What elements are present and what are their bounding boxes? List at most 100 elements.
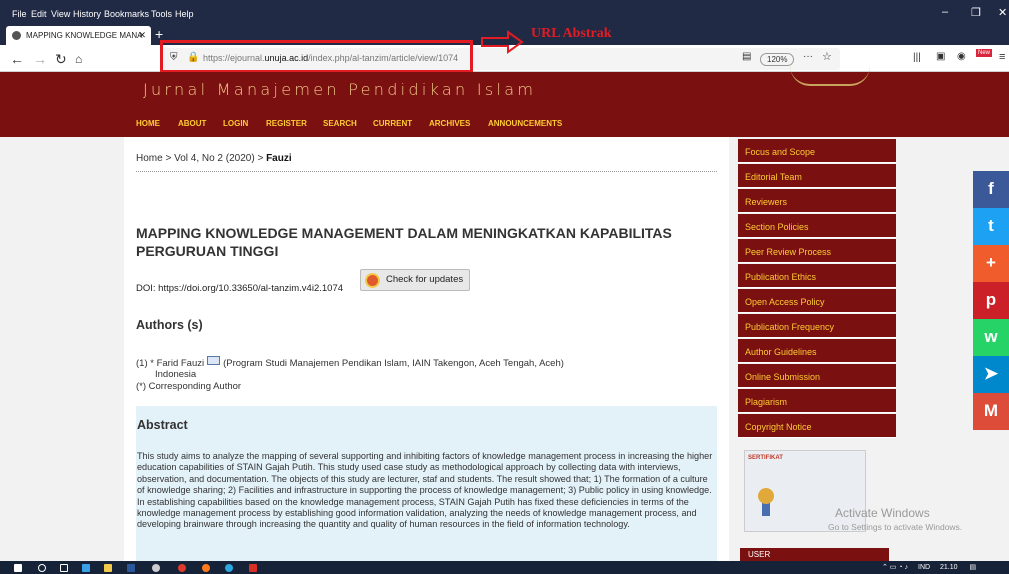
telegram-app-icon[interactable] (225, 564, 233, 572)
search-icon[interactable] (38, 564, 46, 572)
activation-watermark-sub: Go to Settings to activate Windows. (828, 522, 963, 532)
nav-about[interactable]: ABOUT (178, 119, 206, 128)
firefox-icon[interactable] (202, 564, 210, 572)
check-for-updates-button[interactable]: Check for updates (360, 269, 470, 291)
gmail-icon[interactable]: M (973, 393, 1009, 430)
sidebar-item-plagiarism[interactable]: Plagiarism (738, 389, 896, 413)
telegram-icon[interactable]: ➤ (973, 356, 1009, 393)
menu-history[interactable]: History (73, 9, 101, 19)
minimize-button[interactable]: – (942, 6, 948, 18)
account-icon[interactable]: ◉ (957, 51, 966, 62)
close-window-button[interactable]: ✕ (998, 6, 1007, 19)
sidebar-item-open-access[interactable]: Open Access Policy (738, 289, 896, 313)
user-box-header: USER (740, 548, 889, 561)
pinterest-icon[interactable]: p (973, 282, 1009, 319)
menu-help[interactable]: Help (175, 9, 194, 19)
sidebar-item-publication-frequency[interactable]: Publication Frequency (738, 314, 896, 338)
sidebar-item-section-policies[interactable]: Section Policies (738, 214, 896, 238)
opera-icon[interactable] (178, 564, 186, 572)
back-button[interactable]: ← (10, 51, 24, 67)
author-line: (1) * Farid Fauzi (Program Studi Manajeme… (136, 356, 564, 369)
twitter-icon[interactable]: t (973, 208, 1009, 245)
zoom-level-badge[interactable]: 120% (760, 53, 795, 66)
medal-icon (758, 488, 774, 504)
journal-seal-icon (790, 66, 870, 86)
crossmark-icon (365, 273, 380, 288)
sidebar-item-online-submission[interactable]: Online Submission (738, 364, 896, 388)
site-navigation: HOME ABOUT LOGIN REGISTER SEARCH CURRENT… (0, 110, 1009, 137)
chrome-icon[interactable] (152, 564, 160, 572)
forward-button[interactable]: → (33, 51, 47, 67)
tab-close-icon[interactable]: ✕ (138, 30, 146, 41)
menu-bookmarks[interactable]: Bookmarks (104, 9, 149, 19)
library-icon[interactable]: ||| (913, 52, 921, 63)
system-tray: ⌃ ▭ ◔ ♪ IND 21.10 ▤ (882, 563, 976, 571)
authors-heading: Authors (s) (136, 318, 203, 332)
sidebar-item-reviewers[interactable]: Reviewers (738, 189, 896, 213)
author-name[interactable]: (1) * Farid Fauzi (136, 358, 204, 369)
pdf-reader-icon[interactable] (249, 564, 257, 572)
page-actions-icon[interactable]: ··· (803, 51, 813, 62)
hamburger-menu-icon[interactable]: ≡ (999, 51, 1005, 63)
medal-ribbon-icon (762, 502, 770, 516)
word-icon[interactable] (127, 564, 135, 572)
sidebar-item-author-guidelines[interactable]: Author Guidelines (738, 339, 896, 363)
sidebar-item-copyright[interactable]: Copyright Notice (738, 414, 896, 438)
reload-button[interactable]: ↻ (55, 51, 67, 68)
menu-bar: File Edit View History Bookmarks Tools H… (0, 0, 1009, 25)
tab-title: MAPPING KNOWLEDGE MANA (26, 31, 143, 40)
doi-link[interactable]: DOI: https://doi.org/10.33650/al-tanzim.… (136, 283, 343, 294)
menu-edit[interactable]: Edit (31, 9, 47, 19)
check-for-updates-label: Check for updates (386, 274, 464, 285)
author-affiliation: (Program Studi Manajemen Pendikan Islam,… (223, 358, 564, 369)
journal-title: Jurnal Manajemen Pendidikan Islam (143, 80, 537, 99)
start-icon[interactable] (14, 564, 22, 572)
browser-tab[interactable]: MAPPING KNOWLEDGE MANA ✕ (6, 26, 151, 46)
new-badge[interactable]: New (976, 49, 993, 57)
tray-clock[interactable]: 21.10 (940, 564, 958, 571)
sidebar-item-publication-ethics[interactable]: Publication Ethics (738, 264, 896, 288)
tray-language[interactable]: IND (918, 564, 930, 571)
activation-watermark: Activate Windows (835, 506, 930, 520)
sidebar-item-focus-scope[interactable]: Focus and Scope (738, 139, 896, 163)
corresponding-note: (*) Corresponding Author (136, 381, 242, 392)
email-icon[interactable] (207, 356, 221, 365)
maximize-button[interactable]: ❐ (971, 6, 981, 19)
nav-register[interactable]: REGISTER (266, 119, 307, 128)
task-view-icon[interactable] (60, 564, 68, 572)
abstract-heading: Abstract (137, 418, 188, 432)
nav-current[interactable]: CURRENT (373, 119, 412, 128)
bookmark-star-icon[interactable]: ☆ (822, 50, 832, 63)
whatsapp-icon[interactable]: w (973, 319, 1009, 356)
article-title: MAPPING KNOWLEDGE MANAGEMENT DALAM MENIN… (136, 225, 672, 259)
nav-archives[interactable]: ARCHIVES (429, 119, 470, 128)
menu-view[interactable]: View (51, 9, 70, 19)
edge-icon[interactable] (82, 564, 90, 572)
nav-search[interactable]: SEARCH (323, 119, 357, 128)
breadcrumb-divider (136, 171, 717, 172)
abstract-text: This study aims to analyze the mapping o… (137, 451, 713, 530)
author-country: Indonesia (155, 369, 197, 380)
site-favicon-icon (12, 31, 21, 40)
file-explorer-icon[interactable] (104, 564, 112, 572)
url-highlight-box (160, 40, 473, 73)
sidebar-item-editorial-team[interactable]: Editorial Team (738, 164, 896, 188)
more-share-icon[interactable]: + (973, 245, 1009, 282)
nav-announcements[interactable]: ANNOUNCEMENTS (488, 119, 562, 128)
sidebar-item-peer-review[interactable]: Peer Review Process (738, 239, 896, 263)
sidebar-toggle-icon[interactable]: ▣ (936, 51, 945, 62)
annotation-arrow-icon (481, 30, 524, 54)
windows-taskbar (0, 561, 1009, 574)
certificate-label: SERTIFIKAT (748, 455, 783, 461)
notification-icon[interactable]: ▤ (970, 564, 977, 571)
menu-tools[interactable]: Tools (151, 9, 172, 19)
nav-login[interactable]: LOGIN (223, 119, 248, 128)
annotation-label: URL Abstrak (531, 26, 612, 41)
breadcrumb[interactable]: Home > Vol 4, No 2 (2020) > Fauzi (136, 153, 292, 164)
tray-icons[interactable]: ⌃ ▭ ◔ ♪ (882, 564, 908, 571)
menu-file[interactable]: File (12, 9, 27, 19)
reader-view-icon[interactable]: ▤ (742, 51, 751, 62)
facebook-icon[interactable]: f (973, 171, 1009, 208)
nav-home[interactable]: HOME (136, 119, 160, 128)
home-icon[interactable]: ⌂ (75, 52, 82, 66)
